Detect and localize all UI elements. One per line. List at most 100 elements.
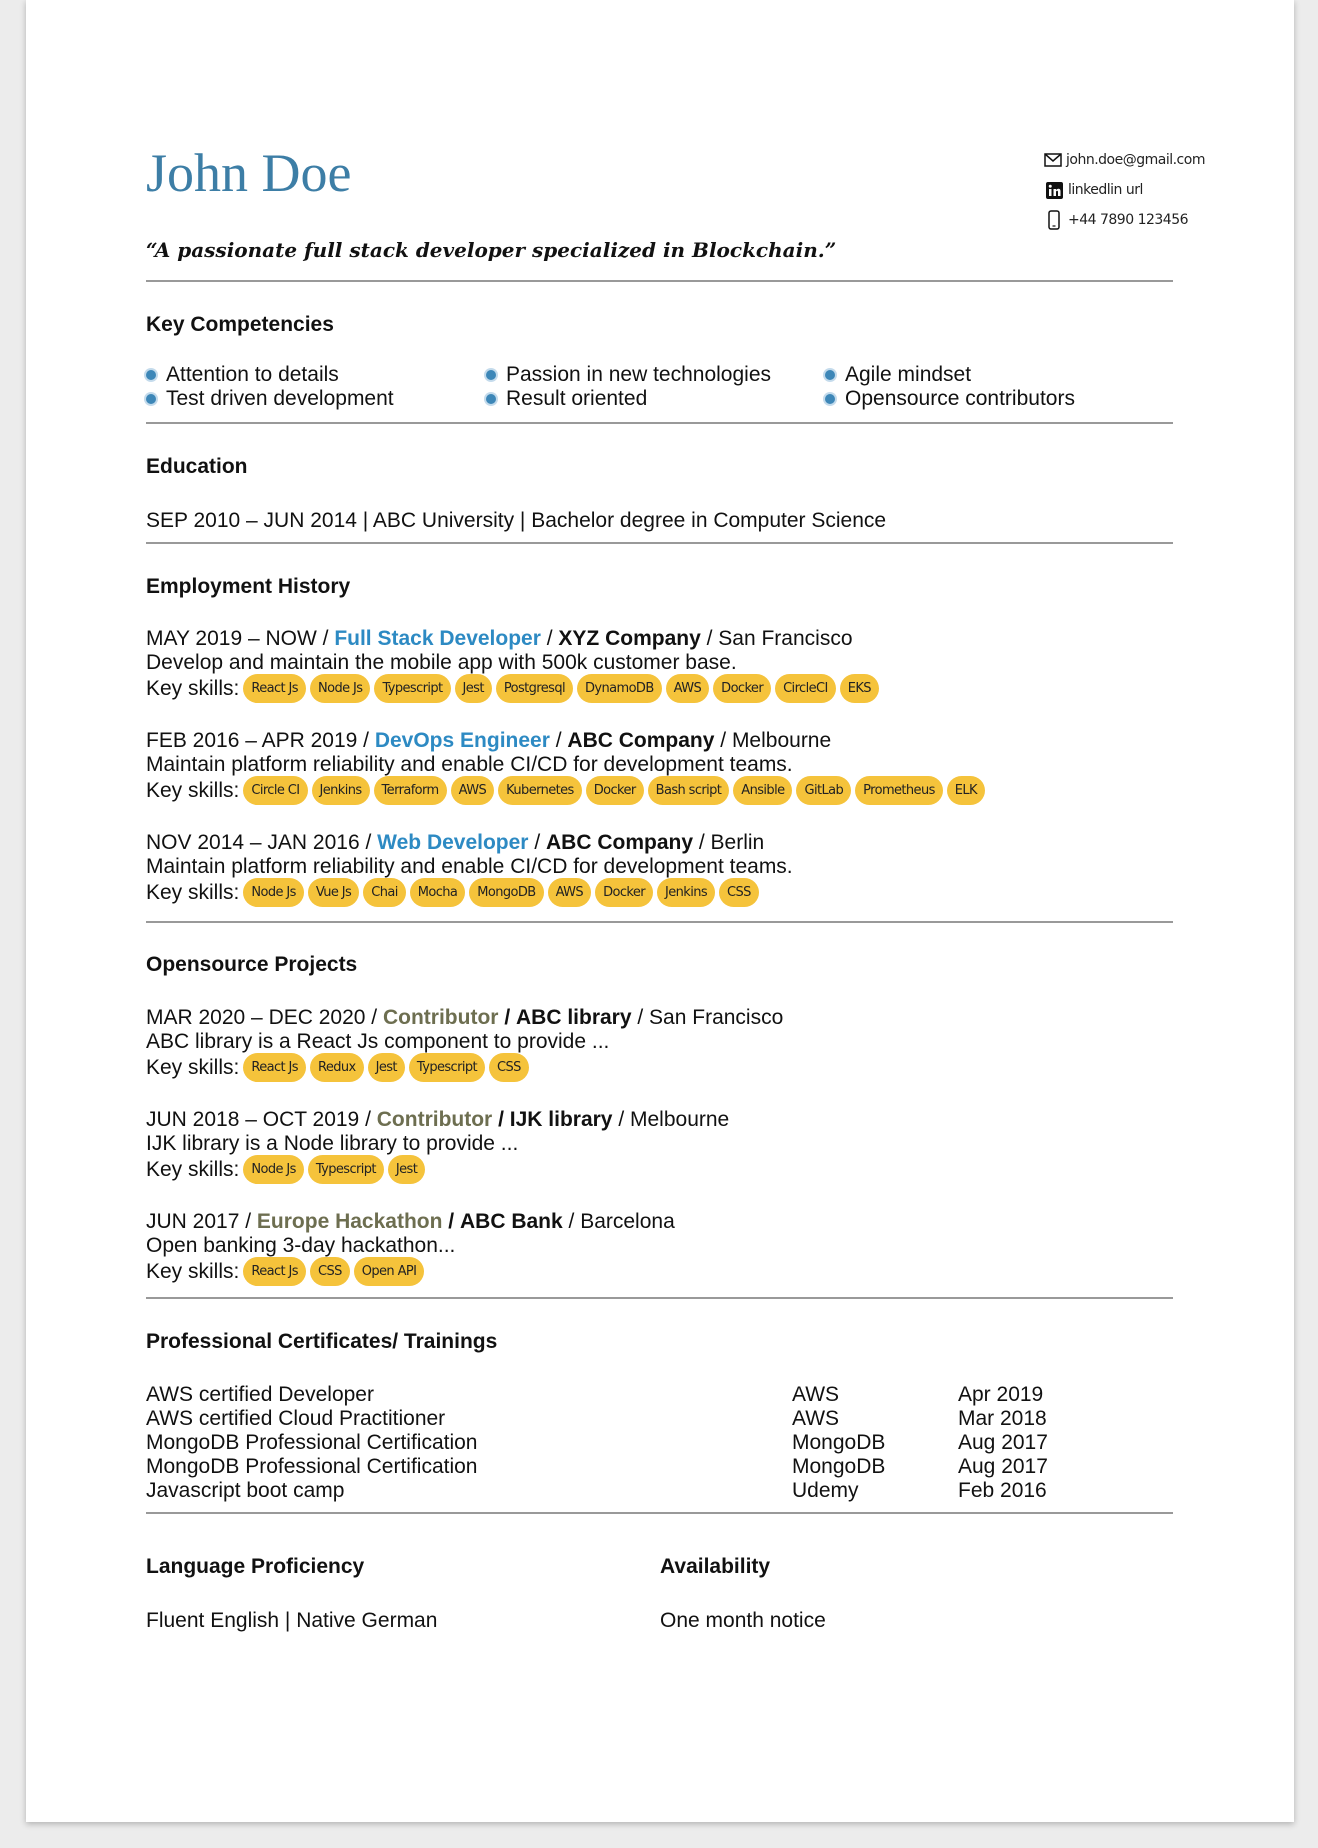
- contact-linkedin-text: linkedlin url: [1068, 182, 1143, 198]
- divider: [146, 1512, 1173, 1514]
- certificate-issuer: AWS: [792, 1407, 840, 1430]
- job-role: Full Stack Developer: [334, 627, 541, 650]
- bullet-icon: [146, 370, 156, 380]
- skills-label: Key skills:: [146, 880, 240, 904]
- skill-chip: Jenkins: [657, 878, 716, 907]
- contact-email-text: john.doe@gmail.com: [1066, 152, 1205, 168]
- contact-phone-text: +44 7890 123456: [1068, 212, 1189, 228]
- section-title-education: Education: [146, 455, 248, 478]
- skill-chip: Redux: [309, 1053, 364, 1082]
- skill-chip: React Js: [243, 674, 306, 703]
- skills-label: Key skills:: [146, 778, 240, 802]
- bullet-icon: [486, 394, 496, 404]
- job-description: Maintain platform reliability and enable…: [146, 855, 793, 878]
- availability-value: One month notice: [660, 1609, 826, 1632]
- skill-chip: ELK: [946, 776, 985, 805]
- skill-chip: React Js: [243, 1053, 306, 1082]
- project-description: Open banking 3-day hackathon...: [146, 1234, 456, 1257]
- competency-item: Result oriented: [486, 387, 647, 411]
- divider: [146, 422, 1173, 424]
- section-title-availability: Availability: [660, 1555, 771, 1578]
- competency-item: Passion in new technologies: [486, 363, 771, 387]
- project-location: San Francisco: [649, 1006, 784, 1029]
- skill-chip: Docker: [585, 776, 644, 805]
- skill-chip: GitLab: [796, 776, 852, 805]
- certificate-issuer: MongoDB: [792, 1431, 886, 1454]
- skill-chip: Typescript: [374, 674, 451, 703]
- contact-email[interactable]: john.doe@gmail.com: [1044, 145, 1205, 175]
- certificate-name: Javascript boot camp: [146, 1479, 345, 1502]
- job-description: Develop and maintain the mobile app with…: [146, 651, 737, 674]
- certificate-name: AWS certified Developer: [146, 1383, 374, 1406]
- skill-chip: Open API: [353, 1257, 425, 1286]
- section-title-language: Language Proficiency: [146, 1555, 365, 1578]
- contact-phone[interactable]: +44 7890 123456: [1044, 205, 1204, 235]
- skill-chip: EKS: [839, 674, 879, 703]
- job-heading: NOV 2014 – JAN 2016 / Web Developer / AB…: [146, 831, 765, 854]
- skill-chip: Circle CI: [243, 776, 308, 805]
- job-role: DevOps Engineer: [374, 729, 550, 752]
- skill-chip: CSS: [309, 1257, 350, 1286]
- skill-chip: Docker: [595, 878, 654, 907]
- competency-item: Opensource contributors: [825, 387, 1075, 411]
- job-location: Berlin: [710, 831, 765, 854]
- project-heading: JUN 2018 – OCT 2019 / Contributor / IJK …: [146, 1108, 730, 1131]
- skill-chip: Chai: [363, 878, 406, 907]
- envelope-icon: [1044, 150, 1062, 170]
- contact-linkedin[interactable]: linkedlin url: [1044, 175, 1204, 205]
- project-description: IJK library is a Node library to provide…: [146, 1132, 519, 1155]
- contact-block: john.doe@gmail.com linkedlin url +44 789…: [1044, 145, 1205, 235]
- job-skills: Key skills: React Js Node Js Typescript Jes…: [146, 674, 883, 703]
- bullet-icon: [486, 370, 496, 380]
- project-heading: MAR 2020 – DEC 2020 / Contributor / ABC …: [146, 1006, 784, 1029]
- project-org: ABC Bank: [459, 1210, 563, 1233]
- skill-chip: Jest: [454, 674, 492, 703]
- project-location: Melbourne: [630, 1108, 730, 1131]
- skill-chip: Typescript: [408, 1053, 486, 1082]
- skill-chip: Node Js: [243, 878, 304, 907]
- certificate-name: MongoDB Professional Certification: [146, 1431, 478, 1454]
- job-skills: Key skills: Circle CI Jenkins Terraform AWS…: [146, 776, 989, 805]
- job-role: Web Developer: [377, 831, 529, 854]
- candidate-tagline: “A passionate full stack developer speci…: [146, 238, 837, 262]
- skill-chip: Vue Js: [307, 878, 360, 907]
- project-location: Barcelona: [580, 1210, 675, 1233]
- project-org: IJK library: [509, 1108, 613, 1131]
- skills-label: Key skills:: [146, 1157, 240, 1181]
- job-company: ABC Company: [567, 729, 715, 752]
- job-skills: Key skills: Node Js Vue Js Chai Mocha MongoD…: [146, 878, 763, 907]
- skill-chip: CSS: [489, 1053, 529, 1082]
- competency-item: Attention to details: [146, 363, 339, 387]
- skill-chip: Ansible: [733, 776, 793, 805]
- skill-chip: Node Js: [243, 1155, 304, 1184]
- job-heading: MAY 2019 – NOW / Full Stack Developer / …: [146, 627, 853, 650]
- certificate-date: Aug 2017: [958, 1431, 1048, 1454]
- certificate-name: AWS certified Cloud Practitioner: [146, 1407, 446, 1430]
- certificate-issuer: AWS: [792, 1383, 840, 1406]
- section-title-employment: Employment History: [146, 575, 351, 598]
- certificate-date: Aug 2017: [958, 1455, 1048, 1478]
- section-title-certificates: Professional Certificates/ Trainings: [146, 1330, 498, 1353]
- certificate-date: Apr 2019: [958, 1383, 1044, 1406]
- skill-chip: Node Js: [309, 674, 371, 703]
- skill-chip: Mocha: [409, 878, 466, 907]
- skill-chip: AWS: [547, 878, 592, 907]
- job-company: ABC Company: [546, 831, 694, 854]
- certificate-date: Mar 2018: [958, 1407, 1047, 1430]
- project-skills: Key skills: React Js CSS Open API: [146, 1257, 428, 1286]
- divider: [146, 921, 1173, 923]
- skill-chip: CircleCI: [775, 674, 836, 703]
- section-title-competencies: Key Competencies: [146, 313, 334, 336]
- job-location: Melbourne: [731, 729, 832, 752]
- competency-item: Agile mindset: [825, 363, 971, 387]
- certificate-date: Feb 2016: [958, 1479, 1047, 1502]
- skill-chip: Prometheus: [855, 776, 943, 805]
- job-company: XYZ Company: [558, 627, 701, 650]
- divider: [146, 1297, 1173, 1299]
- certificate-name: MongoDB Professional Certification: [146, 1455, 478, 1478]
- project-skills: Key skills: React Js Redux Jest Typescript C…: [146, 1053, 533, 1082]
- skill-chip: DynamoDB: [577, 674, 662, 703]
- certificate-issuer: Udemy: [792, 1479, 859, 1502]
- skill-chip: MongoDB: [469, 878, 544, 907]
- project-description: ABC library is a React Js component to p…: [146, 1030, 610, 1053]
